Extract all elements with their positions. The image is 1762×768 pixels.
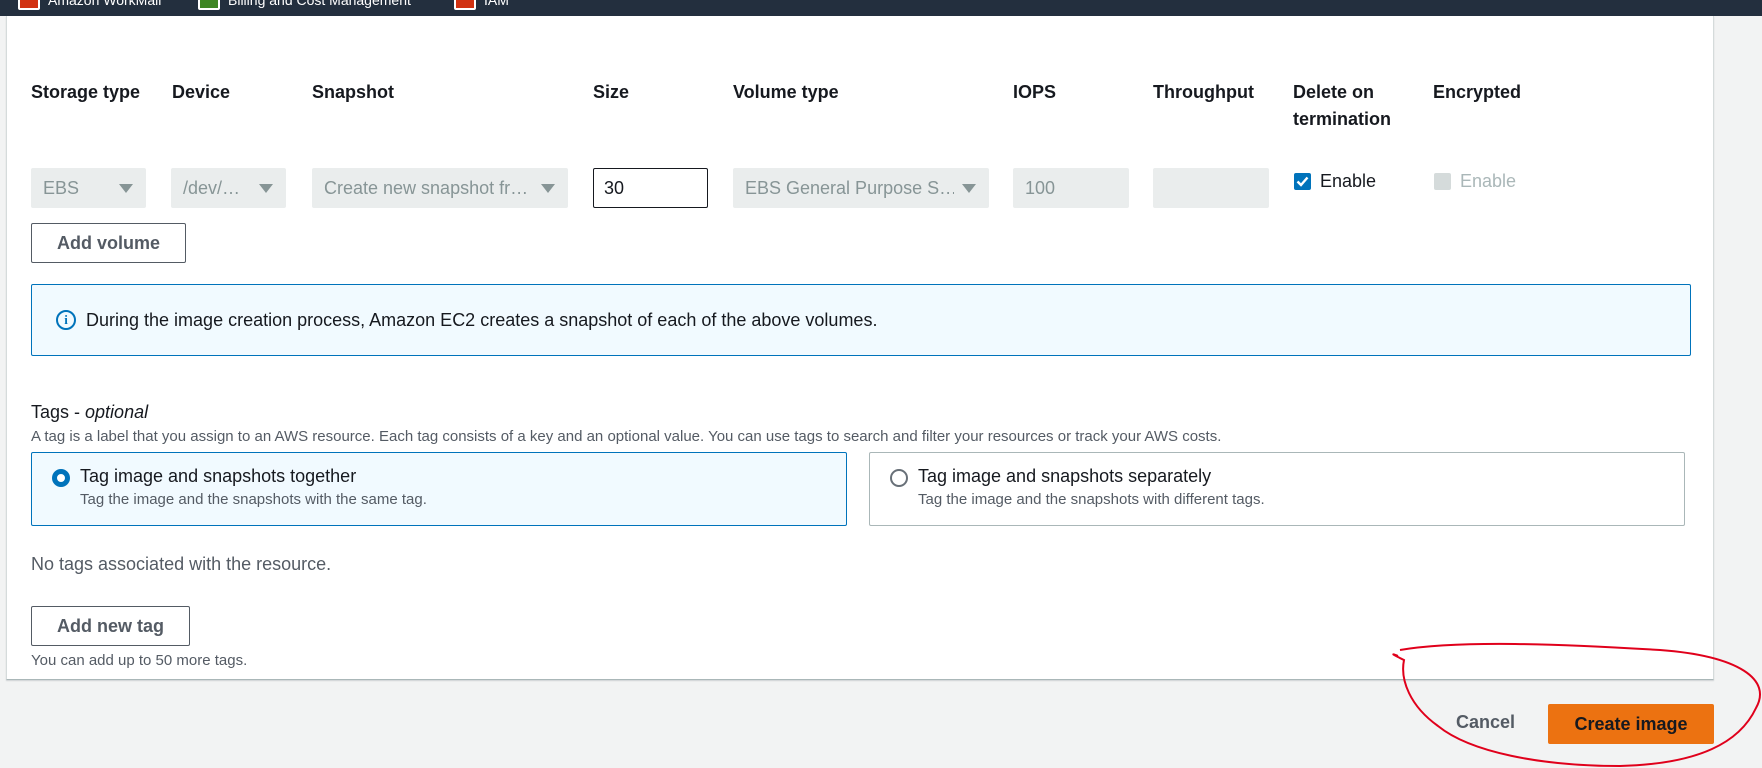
- tags-description: A tag is a label that you assign to an A…: [31, 428, 1222, 445]
- encrypted-checkbox: Enable: [1434, 171, 1516, 192]
- tag-together-description: Tag the image and the snapshots with the…: [80, 491, 427, 508]
- tags-optional-label: optional: [85, 402, 149, 422]
- col-size: Size: [593, 82, 630, 102]
- caret-down-icon: [541, 183, 555, 193]
- tag-separately-description: Tag the image and the snapshots with dif…: [918, 491, 1265, 508]
- col-storage-type: Storage type: [31, 82, 141, 102]
- radio-selected-icon[interactable]: [52, 469, 70, 487]
- create-image-button[interactable]: Create image: [1548, 704, 1714, 744]
- size-input[interactable]: [593, 168, 708, 208]
- tag-separately-option[interactable]: Tag image and snapshots separately Tag t…: [869, 452, 1685, 526]
- iops-input: 100: [1013, 168, 1129, 208]
- favorite-label: IAM: [484, 0, 509, 8]
- info-alert-text: During the image creation process, Amazo…: [86, 309, 878, 330]
- storage-type-value: EBS: [43, 177, 80, 198]
- encrypted-label: Enable: [1460, 171, 1517, 191]
- favorite-label: Amazon WorkMail: [48, 0, 162, 8]
- col-throughput: Throughput: [1153, 82, 1254, 102]
- favorite-billing[interactable]: Billing and Cost Management: [198, 0, 411, 10]
- tags-title-text: Tags -: [31, 402, 86, 422]
- tag-together-option[interactable]: Tag image and snapshots together Tag the…: [31, 452, 847, 526]
- delete-on-termination-label: Enable: [1320, 171, 1377, 191]
- radio-unselected-icon[interactable]: [890, 469, 908, 487]
- favorite-iam[interactable]: IAM: [454, 0, 509, 10]
- volume-type-select: EBS General Purpose S…: [733, 168, 989, 208]
- add-volume-button[interactable]: Add volume: [31, 223, 186, 263]
- col-device: Device: [172, 82, 231, 102]
- favorite-workmail[interactable]: Amazon WorkMail: [18, 0, 161, 10]
- cancel-button[interactable]: Cancel: [1456, 712, 1515, 733]
- throughput-input: [1153, 168, 1269, 208]
- info-icon: i: [56, 310, 76, 330]
- checkbox-disabled-icon: [1434, 173, 1451, 190]
- device-select: /dev/…: [171, 168, 286, 208]
- col-snapshot: Snapshot: [312, 82, 395, 102]
- checkbox-checked-icon[interactable]: [1294, 173, 1311, 190]
- volume-type-value: EBS General Purpose S…: [745, 177, 954, 198]
- snapshot-select: Create new snapshot fr…: [312, 168, 568, 208]
- iops-value: 100: [1025, 177, 1056, 198]
- favorite-label: Billing and Cost Management: [228, 0, 411, 8]
- col-volume-type: Volume type: [733, 82, 839, 102]
- storage-type-select: EBS: [31, 168, 146, 208]
- col-delete-on-termination: Delete on termination: [1293, 82, 1392, 129]
- iam-icon: [454, 0, 476, 10]
- caret-down-icon: [259, 183, 273, 193]
- create-image-panel: Storage type Device Snapshot Size Volume…: [6, 16, 1714, 680]
- tags-limit-text: You can add up to 50 more tags.: [31, 652, 248, 669]
- workmail-icon: [18, 0, 40, 10]
- billing-icon: [198, 0, 220, 10]
- tags-title: Tags - optional: [31, 402, 148, 423]
- info-alert: i During the image creation process, Ama…: [31, 284, 1691, 356]
- caret-down-icon: [119, 183, 133, 193]
- caret-down-icon: [962, 183, 976, 193]
- no-tags-text: No tags associated with the resource.: [31, 554, 332, 574]
- favorites-bar: Amazon WorkMail Billing and Cost Managem…: [0, 0, 1762, 16]
- add-new-tag-button[interactable]: Add new tag: [31, 606, 190, 646]
- delete-on-termination-checkbox[interactable]: Enable: [1294, 171, 1376, 192]
- col-iops: IOPS: [1013, 82, 1057, 102]
- device-value: /dev/…: [183, 177, 241, 198]
- snapshot-value: Create new snapshot fr…: [324, 177, 529, 198]
- tag-together-label: Tag image and snapshots together: [80, 466, 357, 486]
- col-encrypted: Encrypted: [1433, 82, 1522, 102]
- tag-separately-label: Tag image and snapshots separately: [918, 466, 1212, 486]
